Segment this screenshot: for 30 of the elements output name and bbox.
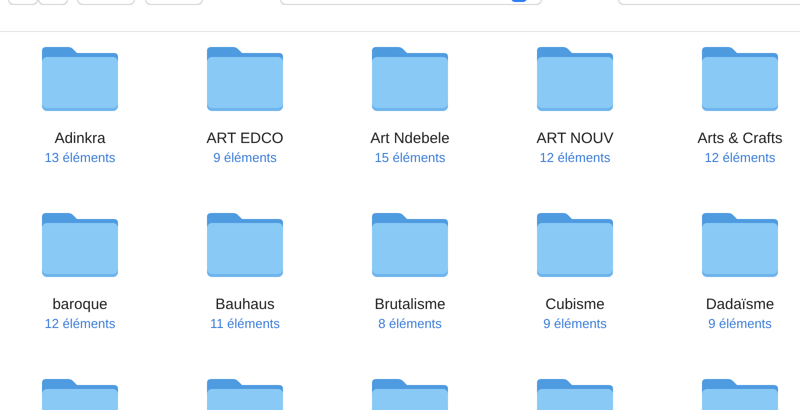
item-count: 12 éléments: [704, 149, 776, 166]
item-count: 15 éléments: [374, 149, 446, 166]
item-count: 13 éléments: [44, 149, 116, 166]
folder-icon[interactable]: [207, 213, 283, 277]
folder-name[interactable]: Adinkra: [54, 130, 106, 148]
folder-icon[interactable]: [42, 47, 118, 111]
item-count: 12 éléments: [44, 315, 116, 332]
item-count: 9 éléments: [708, 315, 772, 332]
folder-name[interactable]: Bauhaus: [215, 296, 275, 314]
folder-icon[interactable]: [42, 213, 118, 277]
folder-icon[interactable]: [372, 213, 448, 277]
folder-name[interactable]: Brutalisme: [374, 296, 446, 314]
item-count: 9 éléments: [213, 149, 277, 166]
folder-name[interactable]: ART EDCO: [206, 130, 284, 148]
folder-name[interactable]: Arts & Crafts: [697, 130, 782, 148]
folder-icon[interactable]: [537, 47, 613, 111]
folder-icon[interactable]: [372, 47, 448, 111]
folder-name[interactable]: Art Ndebele: [370, 130, 450, 148]
item-count: 8 éléments: [378, 315, 442, 332]
folder-icon[interactable]: [537, 213, 613, 277]
folder-icon[interactable]: [207, 47, 283, 111]
item-count: 9 éléments: [543, 315, 607, 332]
folder-icon[interactable]: [702, 47, 778, 111]
folder-name[interactable]: Cubisme: [545, 296, 605, 314]
folder-icon[interactable]: [702, 213, 778, 277]
folder-name[interactable]: baroque: [52, 296, 108, 314]
folder-name[interactable]: ART NOUV: [536, 130, 614, 148]
item-count: 12 éléments: [540, 149, 610, 166]
folder-name[interactable]: Dadaïsme: [706, 296, 774, 314]
item-count: 11 éléments: [210, 315, 280, 332]
